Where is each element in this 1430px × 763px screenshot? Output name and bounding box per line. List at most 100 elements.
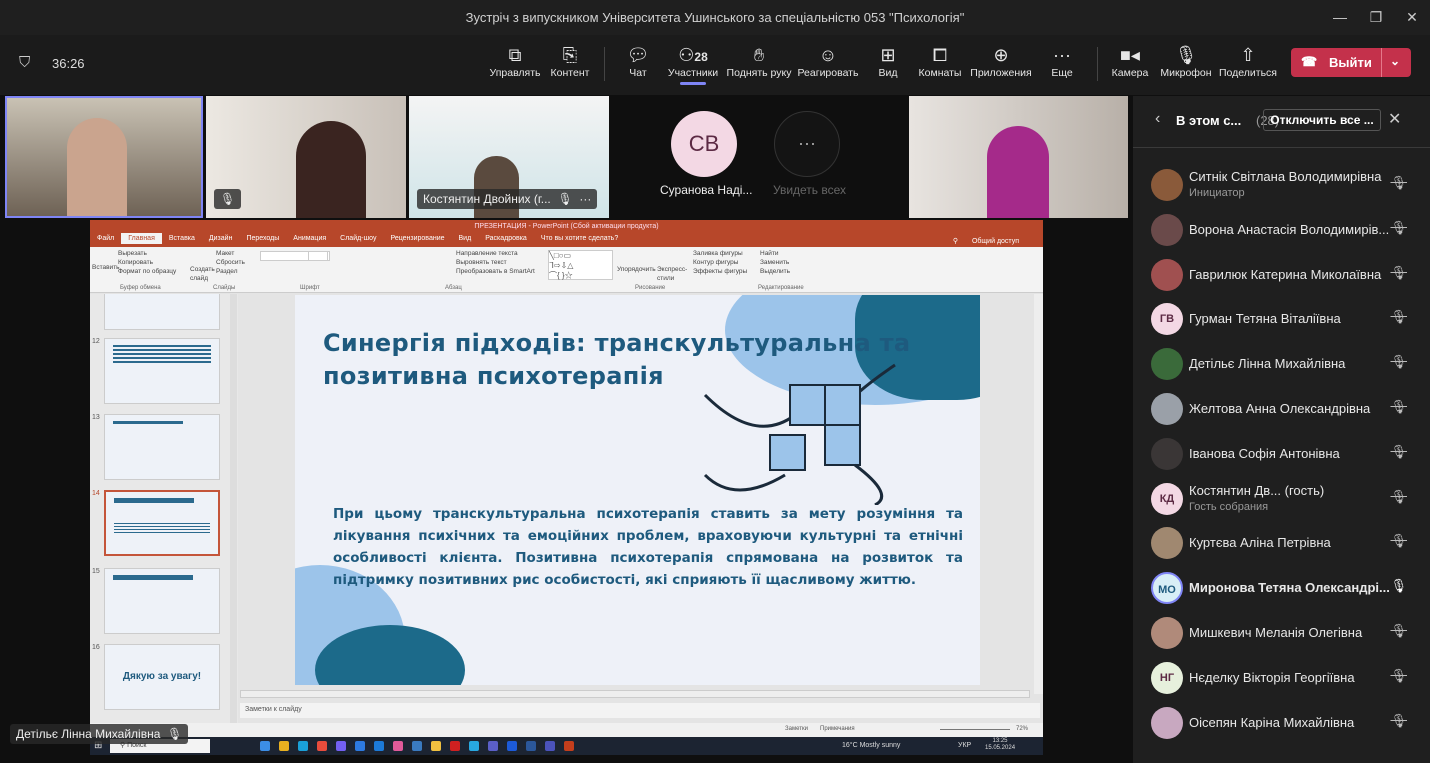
mic-off-icon[interactable]: 🎙︎	[1390, 533, 1407, 549]
arrange-button[interactable]: Упорядочить	[617, 265, 656, 274]
share-button[interactable]: ⇧ Поделиться	[1213, 43, 1283, 79]
cut-button[interactable]: Вырезать	[118, 249, 176, 258]
participants-button[interactable]: ⚇28 Участники	[658, 43, 728, 85]
taskbar-app-icon[interactable]	[469, 741, 479, 751]
zoom-slider[interactable]	[940, 729, 1010, 730]
slide-thumbnail[interactable]: Дякую за увагу!	[104, 644, 220, 710]
mic-off-icon[interactable]: 🎙︎	[1390, 354, 1407, 370]
slide-thumbnail-selected[interactable]	[104, 490, 220, 556]
participant-row[interactable]: НГ Нєделку Вікторія Георгіївна 🎙︎	[1151, 658, 1421, 698]
slide-thumbnail[interactable]	[104, 338, 220, 404]
chevron-down-icon[interactable]: ⌄	[1390, 54, 1400, 68]
taskbar-app-icon[interactable]	[298, 741, 308, 751]
more-options-icon[interactable]: ···	[579, 192, 591, 206]
replace-button[interactable]: Заменить	[760, 258, 790, 267]
new-slide-button[interactable]: Создать слайд	[190, 265, 215, 283]
participant-row[interactable]: Желтова Анна Олександрівна 🎙︎	[1151, 389, 1421, 429]
participant-row[interactable]: Ворона Анастасія Володимирів... 🎙︎	[1151, 210, 1421, 250]
taskbar-app-icon[interactable]	[412, 741, 422, 751]
close-window-button[interactable]: ✕	[1394, 0, 1430, 35]
smartart-button[interactable]: Преобразовать в SmartArt	[456, 267, 535, 276]
tab-slideshow[interactable]: Слайд-шоу	[333, 233, 383, 244]
participant-row[interactable]: Оісепян Каріна Михайлівна 🎙︎	[1151, 703, 1421, 743]
video-tile[interactable]: Костянтин Двойних (г... 🎙︎ ···	[409, 96, 609, 218]
tab-storyboard[interactable]: Раскадровка	[478, 233, 534, 244]
notes-pane[interactable]: Заметки к слайду	[240, 703, 1040, 718]
participant-row[interactable]: КД Костянтин Дв... (гость) Гость собрани…	[1151, 479, 1421, 519]
video-tile[interactable]: 🎙︎	[206, 96, 406, 218]
taskbar-app-icon[interactable]	[507, 741, 517, 751]
weather-widget[interactable]: 16°C Mostly sunny	[842, 742, 900, 749]
paste-button[interactable]: Вставить	[92, 263, 120, 272]
shape-effects-button[interactable]: Эффекты фигуры	[693, 267, 747, 276]
tab-review[interactable]: Рецензирование	[383, 233, 451, 244]
mic-off-icon[interactable]: 🎙︎	[1390, 265, 1407, 281]
rooms-button[interactable]: ⧠ Комнаты	[905, 43, 975, 79]
tab-transitions[interactable]: Переходы	[239, 233, 286, 244]
more-button[interactable]: ··· Еще	[1027, 43, 1097, 79]
tab-insert[interactable]: Вставка	[162, 233, 202, 244]
see-all-button[interactable]: ···	[774, 111, 840, 177]
mic-off-icon[interactable]: 🎙︎	[1390, 175, 1407, 191]
tab-design[interactable]: Дизайн	[202, 233, 240, 244]
taskbar-app-icon[interactable]	[317, 741, 327, 751]
find-button[interactable]: Найти	[760, 249, 790, 258]
participant-row[interactable]: Куртєва Аліна Петрівна 🎙︎	[1151, 523, 1421, 563]
shape-fill-button[interactable]: Заливка фигуры	[693, 249, 747, 258]
taskbar-app-icon[interactable]	[355, 741, 365, 751]
back-chevron-icon[interactable]: ‹	[1155, 110, 1160, 128]
maximize-button[interactable]: ❐	[1358, 0, 1394, 35]
minimize-button[interactable]: —	[1322, 0, 1358, 35]
leave-button[interactable]: ☎ Выйти ⌄	[1291, 48, 1411, 77]
video-tile[interactable]	[909, 96, 1128, 218]
language-indicator[interactable]: УКР	[958, 742, 971, 749]
horizontal-scrollbar[interactable]	[240, 690, 1030, 698]
taskbar-app-icon[interactable]	[374, 741, 384, 751]
mic-off-icon[interactable]: 🎙︎	[1390, 623, 1407, 639]
taskbar-app-icon[interactable]	[488, 741, 498, 751]
taskbar-app-icon[interactable]	[564, 741, 574, 751]
avatar[interactable]: СВ	[671, 111, 737, 177]
mic-off-icon[interactable]: 🎙︎	[1390, 309, 1407, 325]
close-panel-icon[interactable]: ✕	[1388, 109, 1401, 129]
taskbar-app-icon[interactable]	[526, 741, 536, 751]
taskbar-app-icon[interactable]	[450, 741, 460, 751]
mic-off-icon[interactable]: 🎙︎	[1390, 220, 1407, 236]
tab-file[interactable]: Файл	[90, 233, 121, 244]
section-button[interactable]: Раздел	[216, 267, 245, 276]
select-button[interactable]: Выделить	[760, 267, 790, 276]
taskbar-app-icon[interactable]	[279, 741, 289, 751]
slide-body[interactable]: При цьому транскультуральна психотерапія…	[333, 503, 963, 591]
clock[interactable]: 13:25 15.05.2024	[985, 738, 1015, 752]
content-button[interactable]: ⎘ Контент	[535, 43, 605, 79]
mic-off-icon[interactable]: 🎙︎	[1390, 444, 1407, 460]
slide-thumbnail[interactable]	[104, 414, 220, 480]
apps-button[interactable]: ⊕ Приложения	[966, 43, 1036, 79]
taskbar-app-icon[interactable]	[431, 741, 441, 751]
align-text-button[interactable]: Выровнять текст	[456, 258, 535, 267]
mic-off-icon[interactable]: 🎙︎	[1390, 713, 1407, 729]
quick-styles-button[interactable]: Экспресс-стили	[657, 265, 687, 283]
microphone-button[interactable]: 🎙︎ Микрофон	[1151, 43, 1221, 79]
mute-all-button[interactable]: Отключить все ...	[1263, 109, 1381, 131]
copy-button[interactable]: Копировать	[118, 258, 176, 267]
tab-animation[interactable]: Анимация	[286, 233, 333, 244]
comments-toggle[interactable]: Примечания	[820, 726, 855, 732]
shapes-gallery[interactable]: ╲□○▭ ᒣ⇨⇩△ ⌒{ }☆	[548, 250, 613, 280]
slide-scrollbar[interactable]	[1034, 294, 1043, 694]
layout-button[interactable]: Макет	[216, 249, 245, 258]
participant-row[interactable]: Детільє Лінна Михайлівна 🎙︎	[1151, 344, 1421, 384]
slide-title[interactable]: Синергія підходів: транскультуральна та …	[323, 327, 923, 393]
taskbar-app-icon[interactable]	[545, 741, 555, 751]
participant-row[interactable]: Ситнік Світлана Володимирівна Инициатор …	[1151, 165, 1421, 205]
tell-me-search[interactable]: Что вы хотите сделать?	[534, 233, 625, 244]
tab-home[interactable]: Главная	[121, 233, 162, 244]
mic-off-icon[interactable]: 🎙︎	[1390, 668, 1407, 684]
zoom-level[interactable]: 72%	[1016, 726, 1028, 732]
participant-row[interactable]: Мишкевич Меланія Олегівна 🎙︎	[1151, 613, 1421, 653]
notes-toggle[interactable]: Заметки	[785, 726, 808, 732]
slide-thumbnail[interactable]	[104, 294, 220, 330]
slide-thumbnail[interactable]	[104, 568, 220, 634]
taskbar-app-icon[interactable]	[336, 741, 346, 751]
tab-view[interactable]: Вид	[452, 233, 479, 244]
